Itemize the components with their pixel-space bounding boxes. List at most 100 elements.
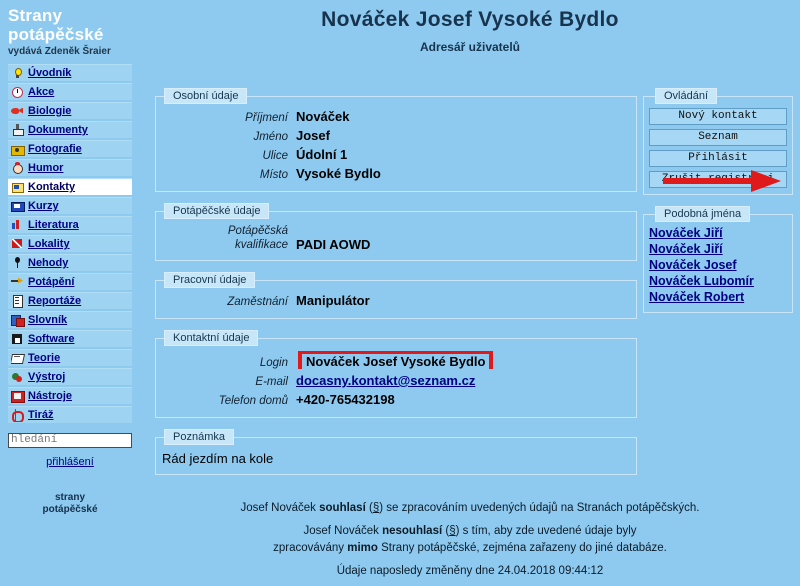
legal-p1-agree: souhlasí <box>319 502 366 514</box>
note-legend: Poznámka <box>164 429 234 445</box>
value-email-link[interactable]: docasny.kontakt@seznam.cz <box>296 373 475 388</box>
dollar-icon-glyph <box>11 408 24 422</box>
sidebar-item-teorie[interactable]: Teorie <box>8 349 132 366</box>
sidebar: Strany potápěčské vydává Zdeněk Šraier Ú… <box>0 0 140 570</box>
sidebar-item-label: Kontakty <box>28 181 76 193</box>
new-contact-button[interactable]: Nový kontakt <box>649 108 787 125</box>
value-ulice: Údolní 1 <box>296 147 348 162</box>
site-publisher: vydává Zdeněk Šraier <box>8 46 111 57</box>
similar-names-section: Podobná jména Nováček Jiří Nováček Jiří … <box>643 206 793 313</box>
login-button[interactable]: Přihlásit <box>649 150 787 167</box>
legal-paragraph-1: Josef Nováček souhlasí (§) se zpracování… <box>140 500 800 517</box>
legal-p2-d: ) s tím, aby zde uvedené údaje byly <box>455 525 637 537</box>
sidebar-item-biologie[interactable]: Biologie <box>8 102 132 119</box>
value-zamestnani: Manipulátor <box>296 293 370 308</box>
fish-icon <box>11 105 25 118</box>
diver-flag-icon <box>11 238 25 251</box>
login-highlight-annotation: Nováček Josef Vysoké Bydlo <box>298 351 494 369</box>
controls-section: Ovládání Nový kontakt Seznam Přihlásit Z… <box>643 88 793 195</box>
certificate-icon-glyph <box>11 200 25 212</box>
last-modified-text: Údaje naposledy změněny dne 24.04.2018 0… <box>336 565 604 577</box>
clown-icon-glyph <box>11 161 24 174</box>
gear-icon-glyph <box>11 371 24 383</box>
sidebar-item-label: Nehody <box>28 257 69 269</box>
sidebar-item-literatura[interactable]: Literatura <box>8 216 132 233</box>
sidebar-item-software[interactable]: Software <box>8 330 132 347</box>
sidebar-item-nehody[interactable]: Nehody <box>8 254 132 271</box>
label-prijmeni: Příjmení <box>245 112 288 124</box>
right-column: Ovládání Nový kontakt Seznam Přihlásit Z… <box>643 88 793 324</box>
fish-icon-glyph <box>11 105 24 117</box>
label-kvalifikace-line2: kvalifikace <box>234 239 288 251</box>
value-telefon: +420-765432198 <box>296 392 395 407</box>
sidebar-item-slovník[interactable]: Slovník <box>8 311 132 328</box>
sidebar-item-label: Akce <box>28 86 55 98</box>
similar-name-link[interactable]: Nováček Josef <box>649 258 787 273</box>
similar-names-legend: Podobná jména <box>655 206 751 222</box>
sidebar-item-dokumenty[interactable]: Dokumenty <box>8 121 132 138</box>
clown-icon <box>11 161 25 175</box>
sidebar-item-výstroj[interactable]: Výstroj <box>8 368 132 385</box>
clock-icon-glyph <box>11 86 24 98</box>
sidebar-item-akce[interactable]: Akce <box>8 83 132 100</box>
similar-name-link[interactable]: Nováček Lubomír <box>649 274 787 289</box>
left-column: Osobní údaje Příjmení Nováček Jméno Jose… <box>155 88 637 486</box>
sidebar-item-nástroje[interactable]: Nástroje <box>8 387 132 404</box>
note-section: Poznámka Rád jezdím na kole <box>155 429 637 475</box>
value-email-wrap: docasny.kontakt@seznam.cz <box>296 373 475 388</box>
list-button[interactable]: Seznam <box>649 129 787 146</box>
sidebar-footer-line-2: potápěčské <box>42 504 98 515</box>
sidebar-item-reportáže[interactable]: Reportáže <box>8 292 132 309</box>
sidebar-item-label: Teorie <box>28 352 61 364</box>
similar-name-link[interactable]: Nováček Jiří <box>649 242 787 257</box>
page-subtitle: Adresář uživatelů <box>419 40 521 54</box>
sidebar-login-link[interactable]: přihlášení <box>46 456 94 468</box>
sidebar-item-label: Humor <box>28 162 64 174</box>
legal-p1-d: ) se zpracováním uvedených údajů na Stra… <box>379 502 700 514</box>
controls-legend: Ovládání <box>655 88 718 104</box>
camera-icon <box>11 143 25 156</box>
sidebar-item-label: Literatura <box>28 219 79 231</box>
sidebar-item-fotografie[interactable]: Fotografie <box>8 140 132 157</box>
sidebar-item-lokality[interactable]: Lokality <box>8 235 132 252</box>
sidebar-item-úvodník[interactable]: Úvodník <box>8 64 132 81</box>
document-icon-glyph <box>11 294 24 308</box>
similar-name-link[interactable]: Nováček Jiří <box>649 226 787 241</box>
field-row-prijmeni: Příjmení Nováček <box>160 109 632 126</box>
arrow-icon-glyph <box>11 276 24 288</box>
books-icon-glyph <box>11 219 24 231</box>
sidebar-footer-line-1: strany <box>54 492 85 503</box>
legal-p3-c: Strany potápěčské, zejména zařazeny do j… <box>377 542 667 554</box>
sidebar-login-link-wrap: přihlášení <box>0 456 140 468</box>
sidebar-item-label: Biologie <box>28 105 72 117</box>
certificate-icon <box>11 200 25 213</box>
sidebar-footer: strany potápěčské <box>0 492 140 516</box>
sidebar-item-potápění[interactable]: Potápění <box>8 273 132 290</box>
sidebar-item-humor[interactable]: Humor <box>8 159 132 176</box>
sidebar-item-label: Fotografie <box>28 143 82 155</box>
label-kvalifikace: Potápěčská kvalifikace <box>160 224 296 252</box>
document-icon <box>11 294 25 308</box>
camera-icon-glyph <box>11 143 25 156</box>
sidebar-item-tiráž[interactable]: Tiráž <box>8 406 132 423</box>
diving-data-legend: Potápěčské údaje <box>164 203 270 219</box>
diver-flag-icon-glyph <box>11 238 24 250</box>
label-telefon: Telefon domů <box>218 395 288 407</box>
cancel-registration-button[interactable]: Zrušit registraci <box>649 171 787 188</box>
pin-icon <box>11 256 25 270</box>
label-zamestnani: Zaměstnání <box>227 296 288 308</box>
sidebar-item-kontakty[interactable]: Kontakty <box>8 178 132 195</box>
similar-name-link[interactable]: Nováček Robert <box>649 290 787 305</box>
similar-names-list: Nováček Jiří Nováček Jiří Nováček Josef … <box>649 226 787 305</box>
sidebar-item-kurzy[interactable]: Kurzy <box>8 197 132 214</box>
dictionary-icon <box>11 314 25 327</box>
note-text: Rád jezdím na kole <box>162 451 274 466</box>
lightbulb-icon-glyph <box>11 67 24 79</box>
search-input[interactable]: hledání <box>8 433 132 448</box>
contact-data-legend: Kontaktní údaje <box>164 330 259 346</box>
work-data-section: Pracovní údaje Zaměstnání Manipulátor <box>155 272 637 319</box>
sidebar-item-label: Software <box>28 333 75 345</box>
field-row-zamestnani: Zaměstnání Manipulátor <box>160 293 632 310</box>
contact-card-icon-glyph <box>11 181 24 193</box>
work-data-legend: Pracovní údaje <box>164 272 256 288</box>
